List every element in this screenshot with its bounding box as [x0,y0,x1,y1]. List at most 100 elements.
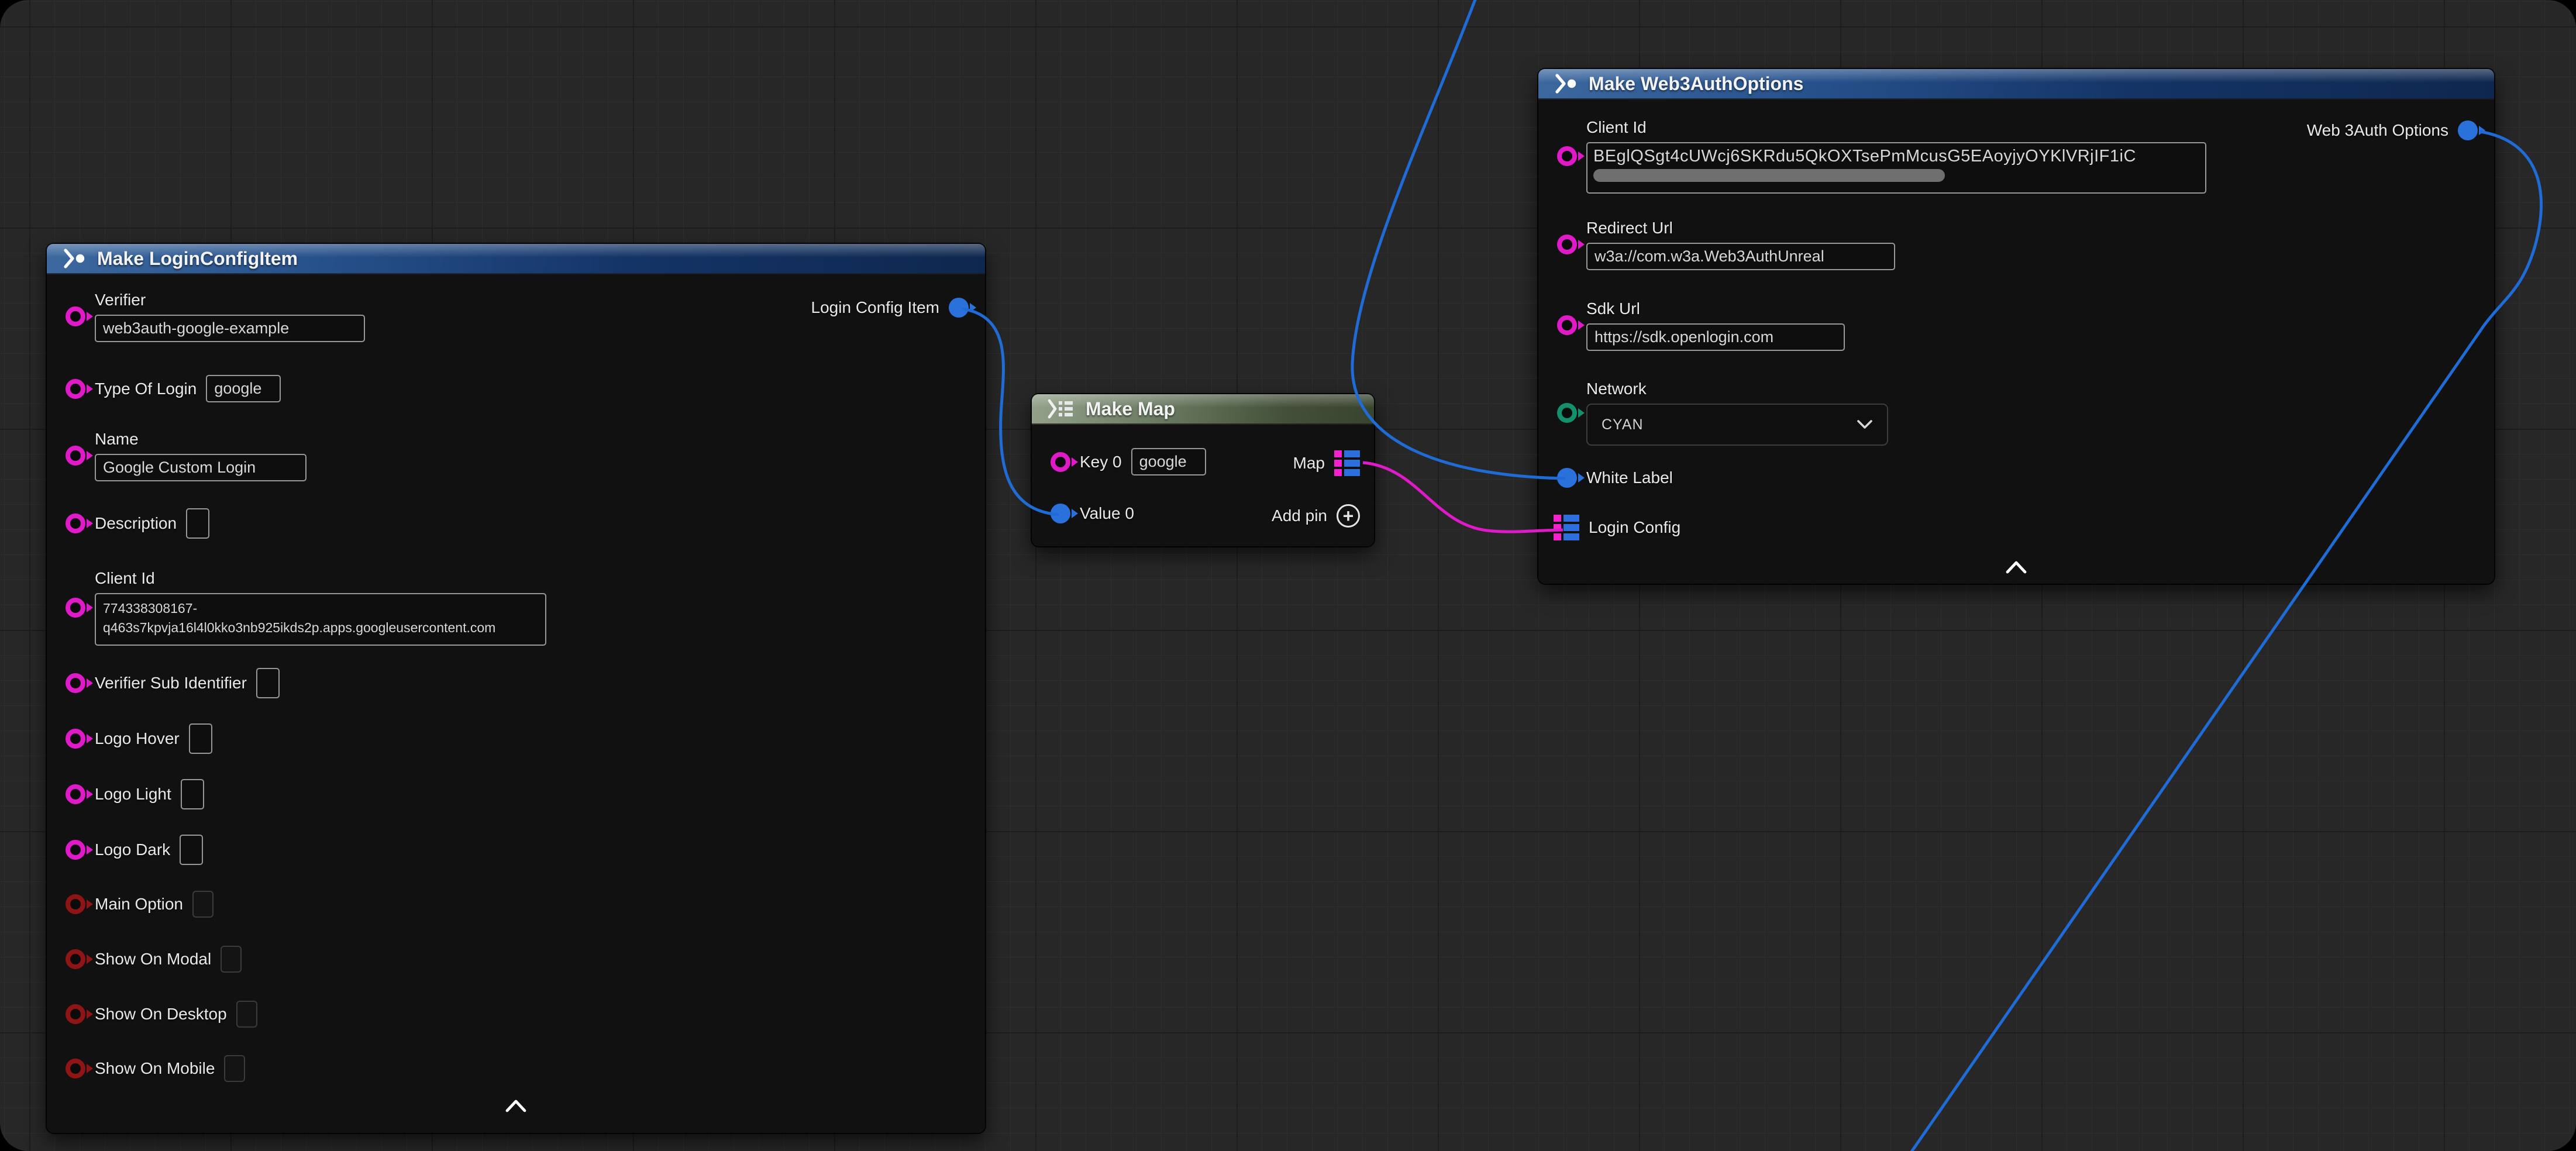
pin-label: Login Config [1589,518,1680,537]
pin-client-id[interactable] [66,598,85,618]
node-title: Make Map [1086,398,1175,420]
pin-sdk-url[interactable] [1557,315,1577,335]
map-pin-login-config[interactable] [1554,515,1579,540]
pin-label: Name [95,430,306,449]
pin-row-client-id: Client Id 774338308167-q463s7kpvja16l4l0… [66,569,546,646]
pin-row-redirect-url: Redirect Url w3a://com.w3a.Web3AuthUnrea… [1557,219,1895,270]
logo-dark-input[interactable] [180,835,203,865]
pin-label: Main Option [95,895,183,914]
pin-row-white-label: White Label [1557,468,1673,488]
pin-row-logo-hover: Logo Hover [66,723,212,754]
pin-label: Value 0 [1080,504,1134,523]
pin-network[interactable] [1557,403,1577,423]
client-id-input[interactable]: 774338308167-q463s7kpvja16l4l0kko3nb925i… [95,593,546,646]
blueprint-editor: Make LoginConfigItem Verifier web3auth-g… [0,0,2576,1151]
pin-key-0[interactable] [1051,452,1070,472]
pin-verifier-sub-identifier[interactable] [66,673,85,693]
dropdown-value: CYAN [1602,416,1644,433]
graph-canvas[interactable]: Make LoginConfigItem Verifier web3auth-g… [0,0,2576,1151]
pin-label: Show On Mobile [95,1059,215,1078]
wire-map-to-login-config[interactable] [1363,463,1563,532]
pin-label: Key 0 [1080,453,1122,471]
sdk-url-input[interactable]: https://sdk.openlogin.com [1586,323,1845,351]
verifier-input[interactable]: web3auth-google-example [95,315,365,342]
chevron-down-icon [1857,419,1873,430]
type-of-login-input[interactable]: google [206,375,281,402]
node-header[interactable]: Make Map [1032,394,1374,425]
pin-description[interactable] [66,514,85,533]
pin-verifier[interactable] [66,306,85,326]
checkbox-show-on-desktop[interactable] [236,1001,257,1028]
node-make-login-config-item[interactable]: Make LoginConfigItem Verifier web3auth-g… [47,244,985,1133]
pin-logo-light[interactable] [66,784,85,804]
node-header[interactable]: Make Web3AuthOptions [1538,69,2494,99]
pin-row-type-of-login: Type Of Login google [66,375,281,402]
output-row-web3auth-options: Web 3Auth Options [2307,120,2478,140]
pin-name[interactable] [66,446,85,466]
checkbox-show-on-modal[interactable] [221,946,242,973]
client-id-input[interactable]: BEglQSgt4cUWcj6SKRdu5QkOXTsePmMcusG5EAoy… [1586,142,2206,194]
map-pin-output[interactable] [1334,450,1360,476]
node-title: Make Web3AuthOptions [1589,73,1803,95]
collapse-chevron-icon[interactable] [2005,560,2027,574]
pin-label: Verifier [95,291,365,309]
pin-label: Client Id [95,569,546,588]
pin-logo-dark[interactable] [66,840,85,860]
pin-row-logo-dark: Logo Dark [66,835,203,865]
node-title: Make LoginConfigItem [97,248,298,270]
client-id-text: BEglQSgt4cUWcj6SKRdu5QkOXTsePmMcusG5EAoy… [1593,147,2136,166]
pin-row-value-0: Value 0 [1051,504,1134,523]
pin-row-name: Name Google Custom Login [66,430,306,481]
logo-hover-input[interactable] [189,723,212,754]
pin-row-main-option: Main Option [66,891,213,918]
make-struct-icon [62,248,87,269]
pin-label: Client Id [1586,118,2206,137]
add-pin-button[interactable]: Add pin + [1272,504,1360,528]
pin-logo-hover[interactable] [66,729,85,749]
pin-redirect-url[interactable] [1557,235,1577,254]
redirect-url-input[interactable]: w3a://com.w3a.Web3AuthUnreal [1586,243,1895,270]
wire-offscreen-to-white-label[interactable] [1352,0,1565,478]
pin-row-client-id: Client Id BEglQSgt4cUWcj6SKRdu5QkOXTsePm… [1557,118,2206,194]
pin-label: Show On Desktop [95,1005,227,1024]
name-input[interactable]: Google Custom Login [95,454,306,481]
key-0-input[interactable]: google [1131,448,1206,475]
node-make-web3auth-options[interactable]: Make Web3AuthOptions Client Id BEglQSgt4… [1538,69,2494,584]
pin-client-id[interactable] [1557,146,1577,166]
logo-light-input[interactable] [181,779,204,809]
checkbox-main-option[interactable] [192,891,213,918]
pin-label: Redirect Url [1586,219,1895,237]
pin-show-on-desktop[interactable] [66,1004,85,1024]
pin-show-on-mobile[interactable] [66,1059,85,1078]
pin-row-sdk-url: Sdk Url https://sdk.openlogin.com [1557,299,1845,351]
make-struct-icon [1554,73,1578,94]
collapse-chevron-icon[interactable] [505,1099,527,1113]
pin-web3auth-options-output[interactable] [2458,120,2478,140]
pin-label: Network [1586,380,1888,398]
pin-white-label[interactable] [1557,468,1577,488]
dropdown-network[interactable]: CYAN [1586,404,1888,446]
pin-row-key-0: Key 0 google [1051,448,1206,475]
description-input[interactable] [186,508,209,539]
pin-row-verifier-sub-identifier: Verifier Sub Identifier [66,668,280,698]
pin-main-option[interactable] [66,894,85,914]
plus-icon[interactable]: + [1337,504,1360,528]
pin-label: Type Of Login [95,380,197,398]
pin-type-of-login[interactable] [66,379,85,399]
output-row-login-config-item: Login Config Item [811,298,969,318]
node-header[interactable]: Make LoginConfigItem [47,244,985,274]
pin-login-config-item-output[interactable] [949,298,969,318]
pin-value-0[interactable] [1051,504,1070,523]
pin-row-show-on-mobile: Show On Mobile [66,1055,245,1082]
scrollbar-thumb[interactable] [1593,169,1945,182]
pin-label: Logo Hover [95,729,180,748]
pin-row-show-on-desktop: Show On Desktop [66,1001,257,1028]
checkbox-show-on-mobile[interactable] [224,1055,245,1082]
node-make-map[interactable]: Make Map Key 0 google Map Value 0 Add pi… [1032,394,1374,546]
pin-label: Description [95,514,177,533]
make-map-icon [1047,398,1075,419]
pin-row-verifier: Verifier web3auth-google-example [66,291,365,342]
pin-show-on-modal[interactable] [66,949,85,969]
output-label: Map [1293,454,1325,473]
verifier-sub-identifier-input[interactable] [256,668,280,698]
